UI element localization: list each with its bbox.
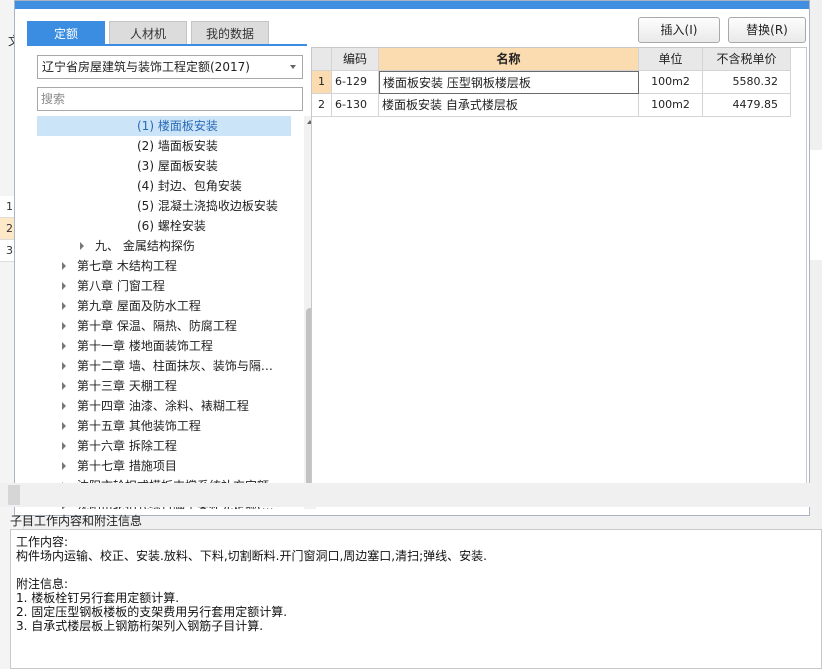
tree-item[interactable]: 第八章 门窗工程 bbox=[37, 276, 291, 296]
table-row[interactable]: 1 6-129 楼面板安装 压型钢板楼层板 100m2 5580.32 bbox=[312, 71, 791, 94]
caret-right-icon[interactable] bbox=[62, 442, 66, 450]
tree-item[interactable]: 第九章 屋面及防水工程 bbox=[37, 296, 291, 316]
tree-item-label: (6) 螺栓安装 bbox=[137, 219, 206, 233]
tree-item[interactable]: (1) 楼面板安装 bbox=[37, 116, 291, 136]
tree-item-label: 第十章 保温、隔热、防腐工程 bbox=[77, 319, 237, 333]
work-panel-title: 子目工作内容和附注信息 bbox=[10, 514, 143, 528]
tree-item-label: 第十五章 其他装饰工程 bbox=[77, 419, 201, 433]
tree-item-label: (1) 楼面板安装 bbox=[137, 119, 218, 133]
tree-item-label: 第九章 屋面及防水工程 bbox=[77, 299, 201, 313]
tree-item[interactable]: 第十七章 措施项目 bbox=[37, 456, 291, 476]
tree-item-label: 九、 金属结构探伤 bbox=[95, 239, 195, 253]
tab-labor-material-machine[interactable]: 人材机 bbox=[109, 21, 187, 45]
tree-item-label: 第十七章 措施项目 bbox=[77, 459, 177, 473]
tree-item[interactable]: (4) 封边、包角安装 bbox=[37, 176, 291, 196]
tree-item-label: (4) 封边、包角安装 bbox=[137, 179, 242, 193]
column-header-price[interactable]: 不含税单价 bbox=[703, 48, 791, 71]
work-content-heading: 工作内容: bbox=[16, 535, 69, 549]
note-item: 1. 楼板栓钉另行套用定额计算. bbox=[16, 591, 180, 605]
tree-item[interactable]: 第十三章 天棚工程 bbox=[37, 376, 291, 396]
work-content-box: 工作内容: 构件场内运输、校正、安装.放料、下料,切割断料.开门窗洞口,周边塞口… bbox=[10, 529, 822, 669]
row-index: 1 bbox=[312, 71, 332, 94]
grid-header-row: 编码 名称 单位 不含税单价 bbox=[312, 48, 791, 71]
tree-item[interactable]: 第七章 木结构工程 bbox=[37, 256, 291, 276]
dialog-title-bar[interactable] bbox=[15, 1, 809, 9]
quota-chapter-tree: (1) 楼面板安装 (2) 墙面板安装 (3) 屋面板安装 (4) 封边、包角安装 (5… bbox=[37, 116, 291, 509]
tree-item[interactable]: 第十一章 楼地面装饰工程 bbox=[37, 336, 291, 356]
background-right-strip bbox=[808, 150, 822, 260]
caret-right-icon[interactable] bbox=[62, 322, 66, 330]
row-price[interactable]: 5580.32 bbox=[703, 71, 791, 94]
work-content-text: 构件场内运输、校正、安装.放料、下料,切割断料.开门窗洞口,周边塞口,清扫;弹线… bbox=[16, 549, 487, 563]
tree-item-label: 第十一章 楼地面装饰工程 bbox=[77, 339, 213, 353]
search-input[interactable] bbox=[37, 87, 303, 111]
tree-item[interactable]: 第十六章 拆除工程 bbox=[37, 436, 291, 456]
caret-right-icon[interactable] bbox=[80, 242, 84, 250]
caret-right-icon[interactable] bbox=[62, 422, 66, 430]
quota-library-select[interactable]: 辽宁省房屋建筑与装饰工程定额(2017) bbox=[37, 55, 303, 79]
chevron-down-icon bbox=[290, 65, 296, 69]
tree-item-label: (3) 屋面板安装 bbox=[137, 159, 218, 173]
tree-item-label: 第十四章 油漆、涂料、裱糊工程 bbox=[77, 399, 249, 413]
tree-item[interactable]: 第十五章 其他装饰工程 bbox=[37, 416, 291, 436]
row-name[interactable]: 楼面板安装 压型钢板楼层板 bbox=[379, 71, 639, 94]
row-code[interactable]: 6-130 bbox=[332, 94, 379, 117]
column-header-unit[interactable]: 单位 bbox=[639, 48, 703, 71]
note-item: 2. 固定压型钢板楼板的支架费用另行套用定额计算. bbox=[16, 605, 288, 619]
replace-button[interactable]: 替换(R) bbox=[728, 17, 806, 43]
tree-item-label: (2) 墙面板安装 bbox=[137, 139, 218, 153]
tree-item[interactable]: (2) 墙面板安装 bbox=[37, 136, 291, 156]
caret-right-icon[interactable] bbox=[62, 342, 66, 350]
tab-bar: 定额 人材机 我的数据 bbox=[27, 21, 269, 45]
tree-item-label: 第十二章 墙、柱面抹灰、装饰与隔… bbox=[77, 359, 273, 373]
tab-underline bbox=[27, 44, 307, 46]
row-name[interactable]: 楼面板安装 自承式楼层板 bbox=[379, 94, 639, 117]
tree-item[interactable]: 第十四章 油漆、涂料、裱糊工程 bbox=[37, 396, 291, 416]
tab-quota[interactable]: 定额 bbox=[27, 21, 105, 45]
tree-item-label: 第十三章 天棚工程 bbox=[77, 379, 177, 393]
tree-item-label: 第十六章 拆除工程 bbox=[77, 439, 177, 453]
caret-right-icon[interactable] bbox=[62, 282, 66, 290]
quota-library-value: 辽宁省房屋建筑与装饰工程定额(2017) bbox=[42, 60, 250, 74]
insert-button[interactable]: 插入(I) bbox=[638, 17, 720, 43]
table-row[interactable]: 2 6-130 楼面板安装 自承式楼层板 100m2 4479.85 bbox=[312, 94, 791, 117]
caret-right-icon[interactable] bbox=[62, 262, 66, 270]
quota-query-dialog: 定额 人材机 我的数据 插入(I) 替换(R) 辽宁省房屋建筑与装饰工程定额(2… bbox=[14, 0, 810, 516]
tree-item-label: (5) 混凝土浇捣收边板安装 bbox=[137, 199, 278, 213]
caret-right-icon[interactable] bbox=[62, 302, 66, 310]
tree-item-label: 第七章 木结构工程 bbox=[77, 259, 177, 273]
tree-item[interactable]: (6) 螺栓安装 bbox=[37, 216, 291, 236]
notes-heading: 附注信息: bbox=[16, 577, 69, 591]
caret-right-icon[interactable] bbox=[62, 362, 66, 370]
column-header-name[interactable]: 名称 bbox=[379, 48, 639, 71]
tree-item[interactable]: 九、 金属结构探伤 bbox=[37, 236, 291, 256]
tree-item-label: 第八章 门窗工程 bbox=[77, 279, 165, 293]
bottom-tab-button[interactable] bbox=[8, 485, 20, 505]
quota-result-grid: 编码 名称 单位 不含税单价 1 6-129 楼面板安装 压型钢板楼层板 100… bbox=[311, 47, 807, 503]
tree-item[interactable]: (3) 屋面板安装 bbox=[37, 156, 291, 176]
bottom-tab-strip bbox=[0, 483, 822, 507]
tree-item[interactable]: 第十二章 墙、柱面抹灰、装饰与隔… bbox=[37, 356, 291, 376]
row-unit[interactable]: 100m2 bbox=[639, 71, 703, 94]
tab-my-data[interactable]: 我的数据 bbox=[191, 21, 269, 45]
caret-right-icon[interactable] bbox=[62, 402, 66, 410]
quota-tree-panel: 辽宁省房屋建筑与装饰工程定额(2017) (1) 楼面板安装(2) 墙面板安装(… bbox=[33, 49, 316, 509]
tree-item[interactable]: 第十章 保温、隔热、防腐工程 bbox=[37, 316, 291, 336]
tree-item[interactable]: (5) 混凝土浇捣收边板安装 bbox=[37, 196, 291, 216]
caret-right-icon[interactable] bbox=[62, 462, 66, 470]
row-index: 2 bbox=[312, 94, 332, 117]
note-item: 3. 自承式楼层板上钢筋桁架列入钢筋子目计算. bbox=[16, 619, 264, 633]
column-header-code[interactable]: 编码 bbox=[332, 48, 379, 71]
caret-right-icon[interactable] bbox=[62, 382, 66, 390]
row-price[interactable]: 4479.85 bbox=[703, 94, 791, 117]
row-code[interactable]: 6-129 bbox=[332, 71, 379, 94]
column-header-index bbox=[312, 48, 332, 71]
row-unit[interactable]: 100m2 bbox=[639, 94, 703, 117]
